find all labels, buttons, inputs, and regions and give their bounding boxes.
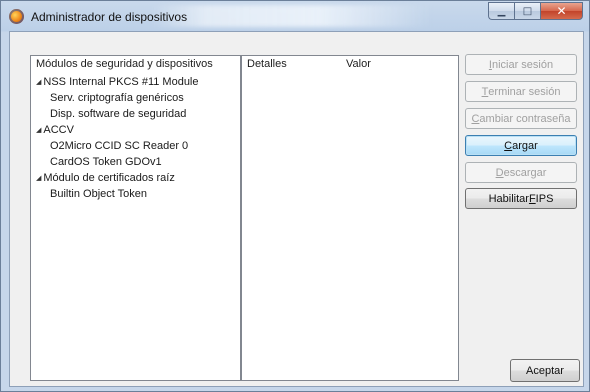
tree-item[interactable]: CardOS Token GDOv1	[50, 154, 162, 170]
unload-button[interactable]: Descargar	[465, 162, 577, 183]
enable-fips-prefix: Habilitar	[488, 192, 529, 205]
tree-item[interactable]: Builtin Object Token	[50, 186, 147, 202]
tree-item-label: ACCV	[43, 124, 74, 136]
enable-fips-rest: IPS	[535, 192, 554, 205]
tree-item-label: Disp. software de seguridad	[50, 108, 187, 120]
login-button-label: niciar sesión	[491, 58, 554, 71]
window-title: Administrador de dispositivos	[31, 10, 188, 24]
dialog-window: Administrador de dispositivos ▁ □ ✕ Módu…	[0, 0, 590, 392]
value-column-header[interactable]: Valor	[346, 56, 371, 73]
minimize-button[interactable]: ▁	[488, 2, 514, 20]
unload-button-mnemonic: D	[495, 166, 504, 179]
tree-item[interactable]: Serv. criptografía genéricos	[50, 90, 184, 106]
logout-button[interactable]: Terminar sesión	[465, 81, 577, 102]
change-password-button-mnemonic: C	[471, 112, 480, 125]
details-column-header[interactable]: Detalles	[247, 56, 287, 73]
tree-column-header[interactable]: Módulos de seguridad y dispositivos	[36, 56, 213, 73]
load-button-label: argar	[512, 139, 538, 152]
close-icon: ✕	[556, 4, 567, 18]
dialog-body: Módulos de seguridad y dispositivos ◢ NSS…	[9, 31, 584, 387]
unload-button-label: escargar	[503, 166, 547, 179]
maximize-icon: □	[522, 5, 533, 17]
tree-item-label: Builtin Object Token	[50, 188, 148, 200]
tree-item[interactable]: Disp. software de seguridad	[50, 106, 186, 122]
details-table[interactable]: Detalles Valor	[241, 55, 459, 381]
tree-item[interactable]: ◢ NSS Internal PKCS #11 Module	[36, 74, 199, 90]
logout-button-mnemonic: T	[481, 85, 489, 98]
enable-fips-button[interactable]: Habilitar F IPS	[465, 188, 577, 209]
tree-item-label: O2Micro CCID SC Reader 0	[50, 140, 189, 152]
title-bar[interactable]: Administrador de dispositivos ▁ □ ✕	[1, 1, 589, 31]
login-button[interactable]: Iniciar sesión	[465, 54, 577, 75]
ok-button-label: Aceptar	[526, 364, 564, 377]
load-button[interactable]: Cargar	[465, 135, 577, 156]
tree-item-label: Serv. criptografía genéricos	[50, 92, 184, 104]
tree-item[interactable]: ◢ Módulo de certificados raíz	[36, 170, 175, 186]
title-bar-glass	[151, 5, 431, 27]
tree-item-label: NSS Internal PKCS #11 Module	[43, 76, 199, 88]
expand-arrow-icon[interactable]: ◢	[36, 79, 41, 86]
window-controls: ▁ □ ✕	[488, 2, 583, 22]
ok-button[interactable]: Aceptar	[510, 359, 580, 382]
modules-tree[interactable]: Módulos de seguridad y dispositivos ◢ NSS…	[30, 55, 241, 381]
maximize-button[interactable]: □	[514, 2, 540, 20]
load-button-mnemonic: C	[504, 139, 513, 152]
firefox-icon	[9, 9, 24, 24]
expand-arrow-icon[interactable]: ◢	[36, 175, 41, 182]
enable-fips-mnemonic: F	[528, 192, 536, 205]
minimize-icon: ▁	[497, 5, 506, 17]
tree-item-label: CardOS Token GDOv1	[50, 156, 162, 168]
change-password-button[interactable]: Cambiar contraseña	[465, 108, 577, 129]
logout-button-label: erminar sesión	[488, 85, 561, 98]
close-button[interactable]: ✕	[540, 2, 583, 20]
tree-item[interactable]: O2Micro CCID SC Reader 0	[50, 138, 188, 154]
tree-item[interactable]: ◢ ACCV	[36, 122, 74, 138]
change-password-button-label: ambiar contraseña	[479, 112, 571, 125]
tree-item-label: Módulo de certificados raíz	[43, 172, 175, 184]
expand-arrow-icon[interactable]: ◢	[36, 127, 41, 134]
